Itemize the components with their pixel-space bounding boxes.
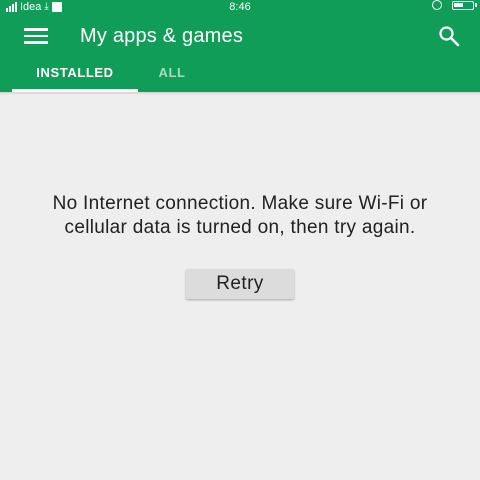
status-bar: Idea ⤓ 8:46: [0, 0, 480, 14]
tab-all[interactable]: ALL: [150, 58, 194, 92]
alarm-icon: [432, 0, 442, 10]
hamburger-menu-icon[interactable]: [24, 27, 48, 45]
tab-bar: INSTALLED ALL: [0, 58, 480, 92]
status-time: 8:46: [229, 1, 251, 13]
app-bar: My apps & games: [0, 14, 480, 58]
status-right: [432, 0, 477, 10]
page-title: My apps & games: [80, 25, 244, 47]
search-icon[interactable]: [438, 25, 460, 47]
content-area: No Internet connection. Make sure Wi-Fi …: [0, 95, 480, 480]
retry-button[interactable]: Retry: [186, 269, 294, 299]
battery-icon: [452, 0, 477, 10]
tab-installed[interactable]: INSTALLED: [12, 58, 138, 92]
no-connection-message: No Internet connection. Make sure Wi-Fi …: [52, 193, 428, 238]
